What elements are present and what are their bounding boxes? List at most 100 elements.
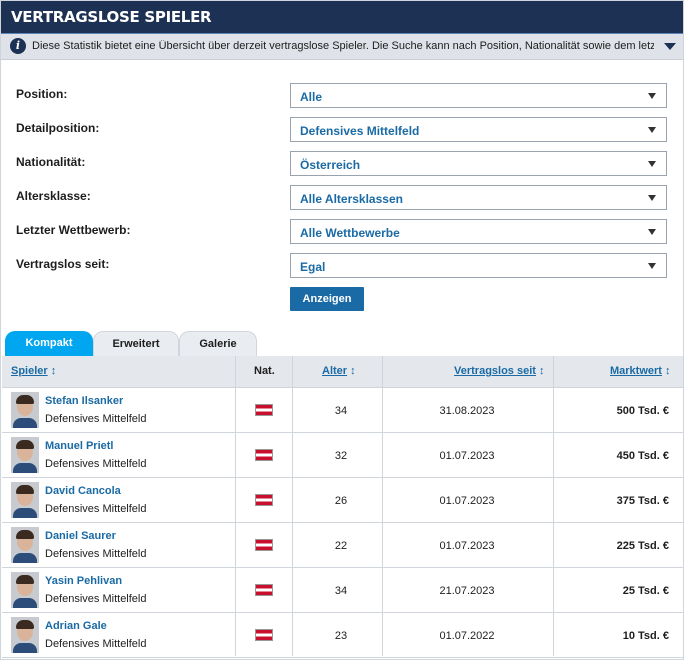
chevron-down-icon (648, 263, 656, 269)
filter-label: Position: (16, 87, 68, 101)
select-value: Alle Altersklassen (300, 192, 403, 206)
panel-header: VERTRAGSLOSE SPIELER (1, 1, 683, 34)
player-age: 26 (334, 495, 348, 507)
select-value: Österreich (300, 158, 361, 172)
filter-label: Nationalität: (16, 155, 86, 169)
table-row: Stefan Ilsanker Defensives Mittelfeld 34… (2, 388, 683, 433)
contractless-since-date: 21.07.2023 (439, 585, 495, 597)
chevron-down-icon (648, 127, 656, 133)
column-divider (553, 356, 554, 656)
sort-icon[interactable]: ↕ (665, 365, 671, 377)
player-age: 32 (334, 450, 348, 462)
select-value: Egal (300, 260, 326, 274)
tab-gallery[interactable]: Galerie (179, 331, 257, 356)
column-divider (382, 356, 383, 656)
filter-label: Detailposition: (16, 121, 100, 135)
detail-position-select[interactable]: Defensives Mittelfeld (290, 117, 667, 142)
chevron-down-icon (648, 195, 656, 201)
panel-title: VERTRAGSLOSE SPIELER (11, 8, 212, 26)
player-name-link[interactable]: Manuel Prietl (45, 440, 113, 452)
column-nat-header: Nat. (254, 365, 275, 377)
tab-extended[interactable]: Erweitert (93, 331, 179, 356)
player-name-link[interactable]: Daniel Saurer (45, 530, 116, 542)
contractless-since-date: 01.07.2022 (439, 630, 495, 642)
austria-flag-icon[interactable] (255, 404, 273, 416)
info-bar[interactable]: i Diese Statistik bietet eine Übersicht … (1, 34, 683, 60)
filter-last-competition: Letzter Wettbewerb: Alle Wettbewerbe (16, 219, 668, 245)
contractless-since-date: 01.07.2023 (439, 450, 495, 462)
player-position: Defensives Mittelfeld (45, 503, 147, 515)
player-photo[interactable] (11, 572, 39, 608)
table-row: Daniel Saurer Defensives Mittelfeld 22 0… (2, 523, 683, 568)
column-age-header[interactable]: Alter ↕ (322, 365, 356, 377)
player-name-link[interactable]: Stefan Ilsanker (45, 395, 123, 407)
contractless-since-date: 01.07.2023 (439, 495, 495, 507)
austria-flag-icon[interactable] (255, 539, 273, 551)
last-competition-select[interactable]: Alle Wettbewerbe (290, 219, 667, 244)
contractless-players-panel: VERTRAGSLOSE SPIELER i Diese Statistik b… (0, 0, 684, 660)
player-position: Defensives Mittelfeld (45, 458, 147, 470)
filter-position: Position: Alle (16, 83, 668, 109)
filter-label: Vertragslos seit: (16, 257, 110, 271)
player-position: Defensives Mittelfeld (45, 413, 147, 425)
filter-nationality: Nationalität: Österreich (16, 151, 668, 177)
austria-flag-icon[interactable] (255, 629, 273, 641)
chevron-down-icon (648, 93, 656, 99)
market-value: 25 Tsd. € (622, 585, 669, 597)
select-value: Defensives Mittelfeld (300, 124, 420, 138)
position-select[interactable]: Alle (290, 83, 667, 108)
player-age: 23 (334, 630, 348, 642)
austria-flag-icon[interactable] (255, 449, 273, 461)
filter-age-class: Altersklasse: Alle Altersklassen (16, 185, 668, 211)
sort-icon[interactable]: ↕ (350, 365, 356, 377)
expand-caret-icon[interactable] (664, 43, 676, 50)
table-row: Adrian Gale Defensives Mittelfeld 23 01.… (2, 613, 683, 658)
filter-contractless-since: Vertragslos seit: Egal (16, 253, 668, 279)
player-age: 34 (334, 585, 348, 597)
column-since-header[interactable]: Vertragslos seit ↕ (454, 365, 544, 377)
market-value: 450 Tsd. € (616, 450, 669, 462)
market-value: 500 Tsd. € (616, 405, 669, 417)
player-position: Defensives Mittelfeld (45, 548, 147, 560)
player-name-link[interactable]: Adrian Gale (45, 620, 107, 632)
filter-detail-position: Detailposition: Defensives Mittelfeld (16, 117, 668, 143)
chevron-down-icon (648, 161, 656, 167)
table-row: Yasin Pehlivan Defensives Mittelfeld 34 … (2, 568, 683, 613)
table-row: David Cancola Defensives Mittelfeld 26 0… (2, 478, 683, 523)
player-name-link[interactable]: Yasin Pehlivan (45, 575, 122, 587)
column-divider (235, 356, 236, 656)
tab-compact[interactable]: Kompakt (5, 331, 93, 356)
table-row: Manuel Prietl Defensives Mittelfeld 32 0… (2, 433, 683, 478)
info-text: Diese Statistik bietet eine Übersicht üb… (32, 40, 654, 52)
column-value-header[interactable]: Marktwert ↕ (610, 365, 670, 377)
age-class-select[interactable]: Alle Altersklassen (290, 185, 667, 210)
player-photo[interactable] (11, 437, 39, 473)
contractless-since-select[interactable]: Egal (290, 253, 667, 278)
market-value: 225 Tsd. € (616, 540, 669, 552)
player-name-link[interactable]: David Cancola (45, 485, 121, 497)
show-button[interactable]: Anzeigen (290, 287, 364, 311)
market-value: 10 Tsd. € (622, 630, 669, 642)
player-photo[interactable] (11, 527, 39, 563)
player-age: 22 (334, 540, 348, 552)
player-photo[interactable] (11, 392, 39, 428)
player-photo[interactable] (11, 482, 39, 518)
column-divider (292, 356, 293, 656)
select-value: Alle (300, 90, 323, 104)
chevron-down-icon (648, 229, 656, 235)
select-value: Alle Wettbewerbe (300, 226, 400, 240)
filter-label: Altersklasse: (16, 189, 91, 203)
contractless-since-date: 31.08.2023 (439, 405, 495, 417)
austria-flag-icon[interactable] (255, 494, 273, 506)
nationality-select[interactable]: Österreich (290, 151, 667, 176)
column-player-header[interactable]: Spieler ↕ (11, 365, 56, 377)
market-value: 375 Tsd. € (616, 495, 669, 507)
contractless-since-date: 01.07.2023 (439, 540, 495, 552)
player-photo[interactable] (11, 617, 39, 653)
austria-flag-icon[interactable] (255, 584, 273, 596)
table-header: Spieler ↕ Nat. Alter ↕ Vertragslos seit ↕ M… (2, 356, 683, 388)
sort-icon[interactable]: ↕ (539, 365, 545, 377)
info-icon: i (10, 38, 26, 54)
player-age: 34 (334, 405, 348, 417)
sort-icon[interactable]: ↕ (51, 365, 57, 377)
